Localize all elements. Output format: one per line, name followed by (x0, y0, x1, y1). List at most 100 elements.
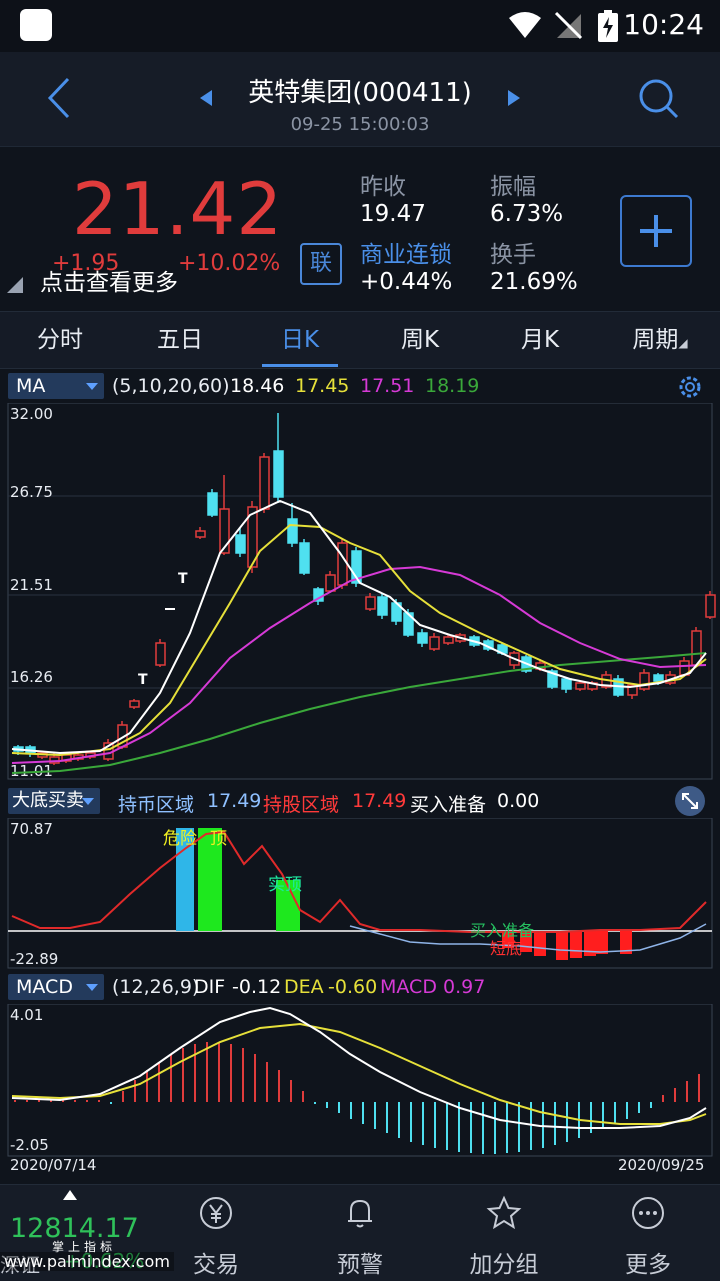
macd-histogram-bar (446, 1102, 448, 1150)
macd-axis-top: 4.01 (10, 1006, 43, 1024)
macd-histogram-bar (662, 1095, 664, 1102)
stock-title: 英特集团(000411) (248, 78, 472, 108)
macd-histogram-bar (434, 1102, 436, 1148)
macd-histogram-bar (158, 1062, 160, 1102)
stock-header: 英特集团(000411) 09-25 15:00:03 (0, 52, 720, 146)
candle-body (207, 492, 218, 516)
macd-histogram-bar (278, 1070, 280, 1102)
macd-histogram-bar (554, 1102, 556, 1145)
macd-histogram-bar (38, 1100, 40, 1102)
candle-body (195, 530, 206, 538)
candlestick-chart[interactable]: 32.00 26.75 21.51 16.26 11.01 T T T (0, 403, 720, 781)
short-bottom-bar (556, 931, 568, 960)
macd-params: (12,26,9) (112, 976, 200, 998)
macd-histogram-bar (290, 1080, 292, 1102)
wifi-icon (509, 12, 541, 38)
macd-selector[interactable]: MACD (8, 974, 104, 1000)
buy-prep-label: 买入准备 (410, 794, 487, 816)
short-bottom-bar (596, 931, 608, 954)
short-bottom-label: 短底 (490, 939, 522, 958)
caret-icon: ◢ (678, 336, 688, 350)
tab-weekly-k[interactable]: 周K (360, 312, 480, 368)
settings-gear-icon[interactable] (676, 373, 704, 401)
ma-selector[interactable]: MA (8, 373, 104, 399)
macd-histogram-bar (362, 1102, 364, 1124)
turnover-value: 21.69% (490, 269, 578, 295)
nav-more[interactable]: 更多 (576, 1185, 720, 1281)
dif-value: -0.12 (232, 976, 282, 998)
macd-histogram-bar (170, 1054, 172, 1102)
nav-alert[interactable]: 预警 (288, 1185, 432, 1281)
ma20-value: 17.51 (360, 375, 415, 397)
candle-body (325, 574, 336, 592)
buy-prep-chart-label: 买入准备 (470, 921, 534, 940)
macd-indicator-bar: MACD (12,26,9) DIF -0.12 DEA -0.60 MACD … (0, 970, 720, 1004)
sector-link[interactable]: 商业连锁 (360, 235, 452, 269)
macd-histogram-bar (134, 1080, 136, 1102)
watermark: www.palmindex.com (0, 1252, 174, 1271)
ma60-line (11, 652, 707, 774)
ma-params: (5,10,20,60) (112, 375, 230, 397)
tab-five-day[interactable]: 五日 (120, 312, 240, 368)
macd-histogram-bar (254, 1054, 256, 1102)
macd-histogram-bar (218, 1042, 220, 1102)
candle-body (561, 678, 572, 690)
bell-icon (348, 1199, 372, 1228)
clock: 10:24 (623, 8, 704, 41)
macd-histogram-bar (506, 1102, 508, 1153)
candle-body (299, 542, 310, 574)
dea-label: DEA (284, 976, 324, 998)
up-arrow-icon (63, 1190, 77, 1200)
more-info-hint[interactable]: 点击查看更多 (40, 263, 178, 297)
macd-histogram-bar (182, 1048, 184, 1102)
candle-body (129, 700, 140, 708)
macd-histogram-bar (314, 1102, 316, 1104)
trade-yen-icon (200, 1197, 232, 1229)
real-top-label: 实顶 (268, 875, 302, 895)
tab-intraday[interactable]: 分时 (0, 312, 120, 368)
price-axis-tick: 21.51 (10, 576, 53, 594)
macd-histogram-bar (398, 1102, 400, 1138)
macd-histogram-bar (422, 1102, 424, 1145)
macd-histogram-bar (242, 1048, 244, 1102)
short-bottom-bar (534, 931, 546, 956)
ma60-value: 18.19 (425, 375, 480, 397)
ma20-line (11, 565, 707, 764)
next-stock-icon[interactable] (506, 88, 522, 108)
tab-daily-k[interactable]: 日K (240, 312, 360, 368)
expand-corner-icon[interactable] (7, 277, 23, 293)
candle-body (287, 518, 298, 544)
ma10-value: 17.45 (295, 375, 350, 397)
plus-icon (640, 215, 672, 247)
sector-change: +0.44% (360, 269, 453, 295)
macd-histogram-bar (386, 1102, 388, 1133)
macd-histogram-bar (626, 1102, 628, 1119)
dea-value: -0.60 (328, 976, 378, 998)
macd-histogram-bar (470, 1102, 472, 1153)
candle-body (365, 596, 376, 610)
macd-histogram-bar (86, 1100, 88, 1102)
last-price: 21.42 (72, 167, 284, 251)
ddmm-chart[interactable]: 70.87 -22.89 危险 顶 实顶 买入准备 短底 (0, 818, 720, 970)
tab-period[interactable]: 周期◢ (600, 312, 720, 368)
hold-stock-value: 17.49 (352, 790, 407, 812)
macd-histogram-bar (350, 1102, 352, 1119)
dea-line (11, 1022, 707, 1125)
candle-body (639, 672, 650, 690)
macd-chart[interactable]: 4.01 -2.05 2020/07/14 2020/09/25 (0, 1004, 720, 1178)
candle-body (417, 632, 428, 644)
search-icon[interactable] (638, 78, 680, 120)
quote-panel: 21.42 +1.95 +10.02% 点击查看更多 联 昨收 19.47 商业… (0, 146, 720, 311)
linked-button[interactable]: 联 (300, 243, 342, 285)
add-watchlist-button[interactable] (620, 195, 692, 267)
tab-monthly-k[interactable]: 月K (480, 312, 600, 368)
danger-label: 危险 (163, 829, 197, 849)
no-signal-icon (554, 11, 583, 40)
ddmm-selector[interactable]: 大底买卖 (8, 788, 100, 814)
period-tabs: 分时 五日 日K 周K 月K 周期◢ (0, 311, 720, 369)
fullscreen-icon[interactable] (674, 785, 706, 817)
nav-add-group[interactable]: 加分组 (432, 1185, 576, 1281)
dropdown-caret-icon (86, 984, 98, 991)
ddmm-selector-label: 大底买卖 (12, 790, 84, 811)
macd-histogram-bar (542, 1102, 544, 1148)
